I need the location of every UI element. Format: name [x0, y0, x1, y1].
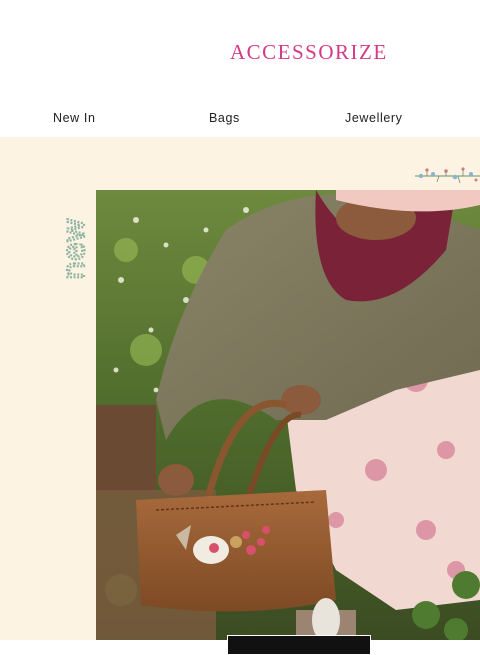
header: ACCESSORIZE [0, 0, 480, 100]
nav-item-jewellery[interactable]: Jewellery [345, 111, 403, 125]
cta-button[interactable] [227, 635, 371, 655]
hero-photo[interactable] [96, 190, 480, 640]
nav-item-bags[interactable]: Bags [209, 111, 240, 125]
hero-vertical-word: new [56, 217, 93, 281]
brand-logo[interactable]: ACCESSORIZE [230, 40, 388, 65]
floral-decoration [415, 167, 480, 184]
nav-item-new-in[interactable]: New In [53, 111, 96, 125]
hero-vertical-word-text: new [57, 218, 92, 280]
main-nav: New In Bags Jewellery [0, 100, 480, 137]
